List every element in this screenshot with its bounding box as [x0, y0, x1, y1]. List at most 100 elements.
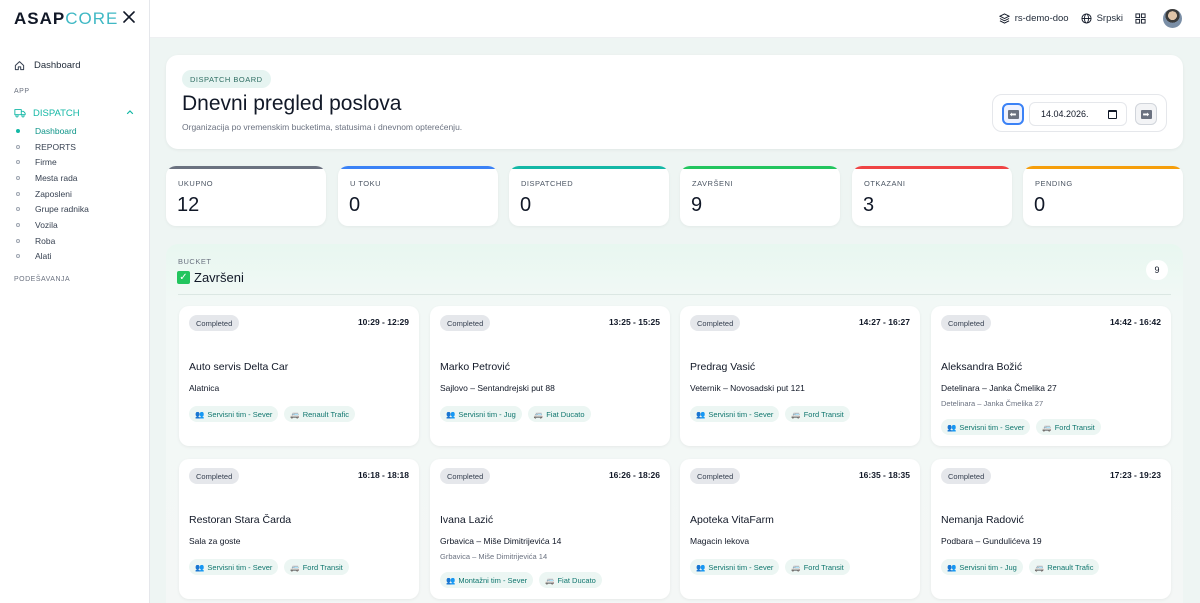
previous-day-button[interactable]: ⬅: [1002, 103, 1024, 125]
vehicle-label: Ford Transit: [803, 409, 844, 419]
submenu-item-mesta-rada[interactable]: Mesta rada: [0, 170, 149, 186]
stat-label: ZAVRŠENI: [692, 179, 733, 188]
status-badge: Completed: [941, 468, 992, 484]
job-card[interactable]: Completed 16:18 - 18:18 Restoran Stara Č…: [179, 459, 419, 599]
team-icon: 👥: [446, 575, 456, 585]
client-name: Ivana Lazić: [440, 514, 494, 526]
team-icon: 👥: [446, 409, 456, 419]
stat-card-dispatched: DISPATCHED 0: [509, 166, 669, 226]
team-icon: 👥: [947, 562, 957, 572]
tenant-name: rs-demo-doo: [1014, 13, 1069, 24]
address-secondary: Detelinara – Janka Čmelika 27: [941, 399, 1044, 408]
bullet-icon: [16, 191, 20, 196]
tenant-switcher[interactable]: rs-demo-doo: [998, 13, 1069, 24]
language-switcher[interactable]: Srpski: [1081, 13, 1123, 24]
status-badge: Completed: [440, 315, 491, 331]
team-icon: 👥: [195, 562, 205, 572]
job-card[interactable]: Completed 14:42 - 16:42 Aleksandra Božić…: [931, 306, 1171, 446]
submenu-label: Vozila: [35, 219, 58, 230]
stat-value: 0: [349, 194, 361, 216]
calendar-icon[interactable]: [1108, 110, 1117, 119]
team-label: Servisni tim - Sever: [959, 422, 1025, 432]
job-card[interactable]: Completed 17:23 - 19:23 Nemanja Radović …: [931, 459, 1171, 599]
job-card[interactable]: Completed 10:29 - 12:29 Auto servis Delt…: [179, 306, 419, 446]
date-input[interactable]: 14.04.2026.: [1029, 102, 1127, 126]
time-range: 13:25 - 15:25: [608, 317, 660, 327]
vehicle-tag: 🚐 Fiat Ducato: [527, 406, 591, 422]
avatar[interactable]: [1163, 9, 1182, 28]
apps-button[interactable]: [1135, 13, 1151, 24]
stat-value: 3: [863, 194, 875, 216]
next-day-button[interactable]: ➡: [1135, 103, 1157, 125]
time-range: 16:35 - 18:35: [858, 470, 910, 480]
address: Veternik – Novosadski put 121: [690, 383, 805, 393]
van-icon: 🚐: [290, 409, 300, 419]
team-label: Servisni tim - Sever: [708, 562, 774, 572]
job-card[interactable]: Completed 16:35 - 18:35 Apoteka VitaFarm…: [680, 459, 920, 599]
sidebar-item-dashboard[interactable]: Dashboard: [0, 56, 149, 74]
close-sidebar-icon[interactable]: [122, 10, 136, 24]
bucket-title: ✓ Završeni: [177, 270, 244, 285]
submenu-item-dashboard[interactable]: Dashboard: [0, 123, 149, 139]
team-label: Servisni tim - Jug: [959, 562, 1017, 572]
address: Detelinara – Janka Čmelika 27: [941, 383, 1057, 393]
time-range: 14:27 - 16:27: [858, 317, 910, 327]
vehicle-tag: 🚐 Ford Transit: [785, 559, 850, 575]
team-tag: 👥 Servisni tim - Sever: [941, 419, 1031, 435]
job-card[interactable]: Completed 13:25 - 15:25 Marko Petrović S…: [430, 306, 670, 446]
chevron-up-icon[interactable]: [126, 108, 134, 116]
section-settings-label[interactable]: PODEŠAVANJA: [0, 276, 149, 283]
header-card: DISPATCH BOARD Dnevni pregled poslova Or…: [166, 55, 1183, 149]
vehicle-label: Renault Trafic: [1047, 562, 1094, 572]
submenu-label: Alati: [35, 251, 52, 262]
vehicle-tag: 🚐 Ford Transit: [1036, 419, 1101, 435]
submenu-item-reports[interactable]: REPORTS: [0, 139, 149, 155]
sidebar-item-dispatch[interactable]: DISPATCH: [0, 105, 149, 121]
stat-accent-bar: [509, 166, 669, 169]
tag-list: 👥 Servisni tim - Jug 🚐 Fiat Ducato: [440, 406, 597, 422]
submenu-label: Zaposleni: [35, 188, 72, 199]
job-card[interactable]: Completed 14:27 - 16:27 Predrag Vasić Ve…: [680, 306, 920, 446]
bullet-icon: [16, 222, 20, 227]
stat-card-pending: PENDING 0: [1023, 166, 1183, 226]
stat-accent-bar: [338, 166, 498, 169]
logo-accent: CORE: [65, 9, 119, 28]
status-badge: Completed: [189, 315, 240, 331]
submenu-label: Roba: [35, 235, 56, 246]
stat-label: DISPATCHED: [521, 179, 574, 188]
stat-label: UKUPNO: [178, 179, 214, 188]
submenu-item-vozila[interactable]: Vozila: [0, 217, 149, 233]
time-range: 16:18 - 18:18: [357, 470, 409, 480]
arrow-right-icon: ➡: [1140, 109, 1152, 119]
submenu-item-grupe-radnika[interactable]: Grupe radnika: [0, 201, 149, 217]
divider: [178, 294, 1171, 295]
client-name: Auto servis Delta Car: [189, 361, 289, 373]
time-range: 14:42 - 16:42: [1109, 317, 1161, 327]
status-badge: Completed: [690, 315, 741, 331]
topbar: rs-demo-doo Srpski: [150, 0, 1200, 38]
van-icon: 🚐: [791, 409, 801, 419]
vehicle-tag: 🚐 Fiat Ducato: [539, 572, 602, 588]
time-range: 16:26 - 18:26: [608, 470, 660, 480]
team-icon: 👥: [195, 409, 205, 419]
team-label: Servisni tim - Jug: [458, 409, 516, 419]
home-icon: [14, 60, 25, 70]
time-range: 17:23 - 19:23: [1109, 470, 1161, 480]
logo[interactable]: ASAPCORE: [14, 9, 118, 29]
job-card[interactable]: Completed 16:26 - 18:26 Ivana Lazić Grba…: [430, 459, 670, 599]
submenu-item-alati[interactable]: Alati: [0, 249, 149, 265]
logo-row: ASAPCORE: [0, 0, 149, 38]
tag-list: 👥 Servisni tim - Sever 🚐 Ford Transit: [690, 406, 856, 422]
submenu-item-firme[interactable]: Firme: [0, 154, 149, 170]
stat-accent-bar: [166, 166, 326, 169]
page-badge: DISPATCH BOARD: [182, 70, 271, 88]
sidebar-item-label: DISPATCH: [33, 107, 80, 119]
submenu-label: Firme: [35, 157, 57, 168]
bullet-icon: [16, 238, 20, 243]
submenu-item-roba[interactable]: Roba: [0, 233, 149, 249]
vehicle-label: Ford Transit: [803, 562, 844, 572]
team-label: Servisni tim - Sever: [207, 409, 273, 419]
team-tag: 👥 Servisni tim - Sever: [690, 559, 780, 575]
submenu-item-zaposleni[interactable]: Zaposleni: [0, 186, 149, 202]
stat-accent-bar: [1023, 166, 1183, 169]
